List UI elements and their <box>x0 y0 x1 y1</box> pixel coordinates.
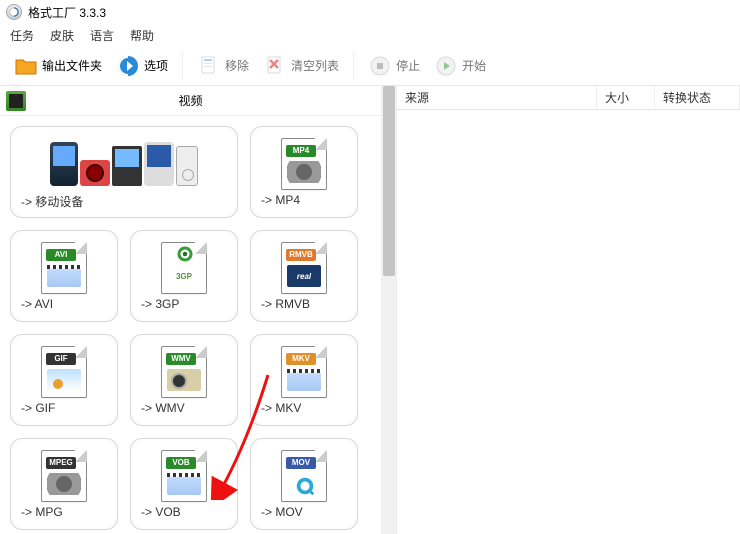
options-icon <box>116 54 140 78</box>
menu-help[interactable]: 帮助 <box>130 27 154 44</box>
scrollbar-thumb[interactable] <box>383 86 395 276</box>
format-grid: -> 移动设备 MP4 -> MP4 AVI -> AVI 3GP -> 3GP… <box>0 116 381 534</box>
col-source[interactable]: 来源 <box>397 86 597 109</box>
mov-file-icon: MOV <box>281 450 327 502</box>
device-ipod-icon <box>176 146 198 186</box>
window-title: 格式工厂 3.3.3 <box>28 4 106 21</box>
remove-icon <box>197 54 221 78</box>
tile-avi[interactable]: AVI -> AVI <box>10 230 118 322</box>
device-pda-icon <box>144 142 174 186</box>
remove-button[interactable]: 移除 <box>193 51 253 81</box>
device-phone-icon <box>50 142 78 186</box>
gif-file-icon: GIF <box>41 346 87 398</box>
tile-3gp[interactable]: 3GP -> 3GP <box>130 230 238 322</box>
toolbar-separator <box>182 52 183 80</box>
clear-label: 清空列表 <box>291 57 339 74</box>
tile-label: -> MOV <box>261 505 347 523</box>
device-bar-phone-icon <box>112 146 142 186</box>
wmv-file-icon: WMV <box>161 346 207 398</box>
titlebar: 格式工厂 3.3.3 <box>0 0 740 24</box>
job-list: 来源 大小 转换状态 <box>397 86 740 534</box>
start-button[interactable]: 开始 <box>430 51 490 81</box>
vob-file-icon: VOB <box>161 450 207 502</box>
tile-vob[interactable]: VOB -> VOB <box>130 438 238 530</box>
mkv-file-icon: MKV <box>281 346 327 398</box>
tile-label: -> GIF <box>21 401 107 419</box>
tile-gif[interactable]: GIF -> GIF <box>10 334 118 426</box>
clapper-icon <box>6 91 26 111</box>
avi-file-icon: AVI <box>41 242 87 294</box>
category-header[interactable]: 视频 <box>0 86 381 116</box>
device-camera-icon <box>80 160 110 186</box>
mpeg-file-icon: MPEG <box>41 450 87 502</box>
tile-label: -> RMVB <box>261 297 347 315</box>
tile-label: -> 3GP <box>141 297 227 315</box>
tile-mp4[interactable]: MP4 -> MP4 <box>250 126 358 218</box>
left-pane: 视频 -> 移动设备 MP4 -> MP4 <box>0 86 381 534</box>
menu-task[interactable]: 任务 <box>10 27 34 44</box>
col-status[interactable]: 转换状态 <box>655 86 740 109</box>
stop-label: 停止 <box>396 57 420 74</box>
tile-mobile[interactable]: -> 移动设备 <box>10 126 238 218</box>
col-size[interactable]: 大小 <box>597 86 655 109</box>
stop-button[interactable]: 停止 <box>364 51 424 81</box>
tile-rmvb[interactable]: RMVBreal -> RMVB <box>250 230 358 322</box>
options-button[interactable]: 选项 <box>112 51 172 81</box>
menu-lang[interactable]: 语言 <box>90 27 114 44</box>
output-folder-label: 输出文件夹 <box>42 57 102 74</box>
left-scrollbar-track[interactable] <box>381 86 397 534</box>
tile-label: -> 移动设备 <box>21 193 227 211</box>
tile-mov[interactable]: MOV -> MOV <box>250 438 358 530</box>
devices-art <box>21 135 227 193</box>
rmvb-file-icon: RMVBreal <box>281 242 327 294</box>
app-icon <box>6 4 22 20</box>
toolbar-separator-2 <box>353 52 354 80</box>
tile-mpg[interactable]: MPEG -> MPG <box>10 438 118 530</box>
tile-label: -> VOB <box>141 505 227 523</box>
content: 视频 -> 移动设备 MP4 -> MP4 <box>0 86 740 534</box>
tile-label: -> MPG <box>21 505 107 523</box>
3gp-file-icon: 3GP <box>161 242 207 294</box>
mp4-file-icon: MP4 <box>281 138 327 190</box>
menubar: 任务 皮肤 语言 帮助 <box>0 24 740 46</box>
tile-label: -> MKV <box>261 401 347 419</box>
stop-icon <box>368 54 392 78</box>
tile-label: -> MP4 <box>261 193 347 211</box>
toolbar: 输出文件夹 选项 移除 清空列表 停止 开始 <box>0 46 740 86</box>
output-folder-button[interactable]: 输出文件夹 <box>10 51 106 81</box>
list-header: 来源 大小 转换状态 <box>397 86 740 110</box>
clear-icon <box>263 54 287 78</box>
tile-label: -> WMV <box>141 401 227 419</box>
tile-label: -> AVI <box>21 297 107 315</box>
options-label: 选项 <box>144 57 168 74</box>
right-pane: 来源 大小 转换状态 <box>381 86 740 534</box>
folder-icon <box>14 54 38 78</box>
start-icon <box>434 54 458 78</box>
start-label: 开始 <box>462 57 486 74</box>
category-label: 视频 <box>178 92 202 109</box>
menu-skin[interactable]: 皮肤 <box>50 27 74 44</box>
tile-mkv[interactable]: MKV -> MKV <box>250 334 358 426</box>
tile-wmv[interactable]: WMV -> WMV <box>130 334 238 426</box>
clear-button[interactable]: 清空列表 <box>259 51 343 81</box>
remove-label: 移除 <box>225 57 249 74</box>
